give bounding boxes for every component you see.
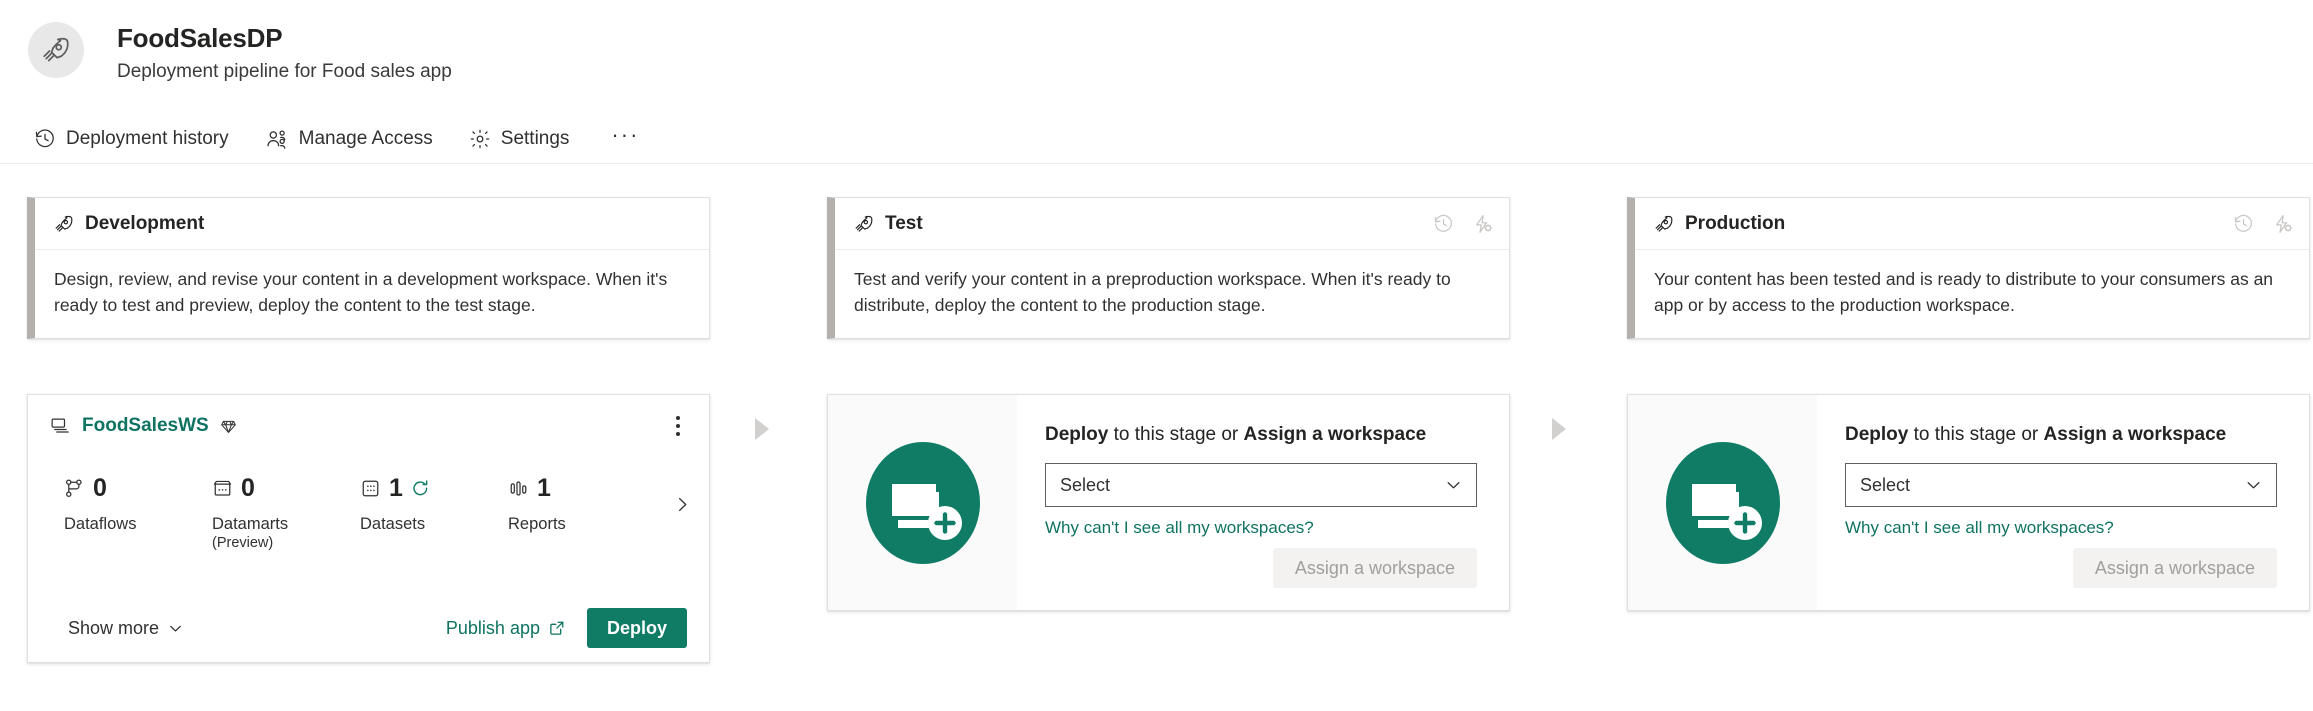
metric-dataflows-count: 0 [93, 474, 107, 502]
assign-title-middle: to this stage or [1108, 424, 1244, 445]
chevron-right-icon[interactable] [669, 491, 695, 517]
deployment-history-label: Deployment history [66, 128, 229, 149]
stage-description-development: Design, review, and revise your content … [54, 269, 668, 315]
stage-name-development: Development [85, 212, 205, 234]
publish-app-button[interactable]: Publish app [446, 618, 565, 639]
gear-icon [469, 128, 491, 150]
deploy-button[interactable]: Deploy [586, 608, 687, 648]
premium-diamond-icon [220, 418, 237, 435]
why-cant-i-see-workspaces-link-test[interactable]: Why can't I see all my workspaces? [1045, 518, 1314, 538]
dataflow-icon [64, 478, 85, 499]
assign-workspace-button-production[interactable]: Assign a workspace [2072, 548, 2277, 588]
datamart-icon [212, 478, 233, 499]
metric-datamarts-count: 0 [241, 474, 255, 502]
workspace-select-value-test: Select [1060, 474, 1111, 495]
metric-datasets-count: 1 [389, 474, 403, 502]
assign-workspace-form-test: Deploy to this stage or Assign a workspa… [1017, 395, 1509, 610]
stage-card-development: Development Design, review, and revise y… [27, 197, 710, 339]
workspace-card-footer: Show more Publish app Deploy [28, 594, 709, 662]
assign-workspace-form-production: Deploy to this stage or Assign a workspa… [1817, 395, 2309, 610]
metric-reports[interactable]: 1 Reports [508, 473, 656, 534]
external-link-icon [549, 620, 565, 636]
stage-arrow-dev-to-test [755, 418, 769, 440]
more-commands-button[interactable]: ··· [601, 124, 649, 150]
rocket-icon [1654, 214, 1674, 234]
deployment-pipeline-page: FoodSalesDP Deployment pipeline for Food… [0, 0, 2313, 711]
assign-workspace-button-test[interactable]: Assign a workspace [1272, 548, 1477, 588]
deployment-rules-icon[interactable] [2272, 213, 2293, 234]
assign-workspace-title-test: Deploy to this stage or Assign a workspa… [1045, 423, 1477, 447]
manage-access-label: Manage Access [298, 128, 433, 149]
settings-button[interactable]: Settings [465, 122, 584, 156]
metric-datamarts[interactable]: 0 Datamarts (Preview) [212, 473, 360, 553]
assign-workspace-card-production: Deploy to this stage or Assign a workspa… [1627, 394, 2310, 611]
chevron-down-icon [1445, 477, 1462, 494]
workspace-name-link[interactable]: FoodSalesWS [82, 415, 209, 437]
manage-access-button[interactable]: Manage Access [261, 122, 447, 156]
deployment-rules-icon[interactable] [1472, 213, 1493, 234]
pipeline-stages: Development Design, review, and revise y… [0, 163, 2313, 711]
stage-description-production: Your content has been tested and is read… [1654, 269, 2274, 315]
assign-title-deploy: Deploy [1045, 424, 1109, 445]
page-title: FoodSalesDP [117, 23, 283, 53]
refresh-icon[interactable] [411, 479, 430, 498]
chevron-down-icon [2245, 477, 2262, 494]
stage-header-actions-production [2233, 213, 2293, 234]
workspace-footer-actions: Publish app Deploy [446, 608, 687, 648]
dataset-icon [360, 478, 381, 499]
metric-reports-count: 1 [537, 474, 551, 502]
metric-dataflows-label: Dataflows [64, 515, 137, 533]
stage-header-test: Test [835, 198, 1509, 250]
metric-reports-label: Reports [508, 515, 566, 533]
assign-title-deploy: Deploy [1845, 424, 1909, 445]
assign-title-middle: to this stage or [1908, 424, 2044, 445]
assign-workspace-card-test: Deploy to this stage or Assign a workspa… [827, 394, 1510, 611]
show-more-button[interactable]: Show more [68, 618, 183, 639]
assign-title-assign: Assign a workspace [1243, 424, 1427, 445]
workspace-card-header: FoodSalesWS [28, 395, 709, 457]
assign-workspace-title-production: Deploy to this stage or Assign a workspa… [1845, 423, 2277, 447]
metric-datamarts-sublabel: (Preview) [212, 535, 274, 551]
stage-description-test: Test and verify your content in a prepro… [854, 269, 1451, 315]
workspace-metrics: 0 Dataflows 0 Datamarts (Preview) 1 Data… [28, 457, 709, 553]
chevron-down-icon [168, 621, 183, 636]
workspace-select-test[interactable]: Select [1045, 463, 1477, 507]
stage-card-test: Test Test and verify your content in a p… [827, 197, 1510, 339]
workspace-stack-icon [50, 417, 71, 436]
stage-header-production: Production [1635, 198, 2309, 250]
rocket-icon [54, 214, 74, 234]
deployment-history-button[interactable]: Deployment history [30, 122, 243, 156]
history-icon [34, 128, 56, 150]
workspace-select-value-production: Select [1860, 474, 1911, 495]
page-subtitle: Deployment pipeline for Food sales app [117, 61, 452, 82]
stage-header-actions-test [1433, 213, 1493, 234]
add-workspace-icon [1628, 395, 1817, 610]
show-more-label: Show more [68, 617, 160, 638]
command-bar: Deployment history Manage Access Setting… [30, 122, 649, 156]
publish-app-label: Publish app [445, 617, 540, 638]
people-icon [265, 128, 289, 150]
why-cant-i-see-workspaces-link-production[interactable]: Why can't I see all my workspaces? [1845, 518, 2114, 538]
metric-datamarts-label: Datamarts [212, 515, 289, 533]
settings-label: Settings [500, 128, 570, 149]
stage-name-production: Production [1685, 212, 1786, 234]
metric-datasets-label: Datasets [360, 515, 426, 533]
report-icon [508, 478, 529, 499]
assign-title-assign: Assign a workspace [2043, 424, 2227, 445]
stage-card-production: Production Your content has been tested … [1627, 197, 2310, 339]
metric-datasets[interactable]: 1 Datasets [360, 473, 508, 534]
page-header: FoodSalesDP Deployment pipeline for Food… [0, 0, 2313, 164]
workspace-card: FoodSalesWS 0 Dataflows 0 Datamarts (Pre… [27, 394, 710, 663]
metric-dataflows[interactable]: 0 Dataflows [64, 473, 212, 534]
workspace-select-production[interactable]: Select [1845, 463, 2277, 507]
deployment-history-icon[interactable] [1433, 213, 1454, 234]
deployment-history-icon[interactable] [2233, 213, 2254, 234]
more-options-icon[interactable] [665, 411, 691, 441]
stage-name-test: Test [885, 212, 923, 234]
stage-arrow-test-to-prod [1552, 418, 1566, 440]
stage-header-development: Development [35, 198, 709, 250]
rocket-icon [854, 214, 874, 234]
rocket-icon [28, 22, 84, 78]
add-workspace-icon [828, 395, 1017, 610]
